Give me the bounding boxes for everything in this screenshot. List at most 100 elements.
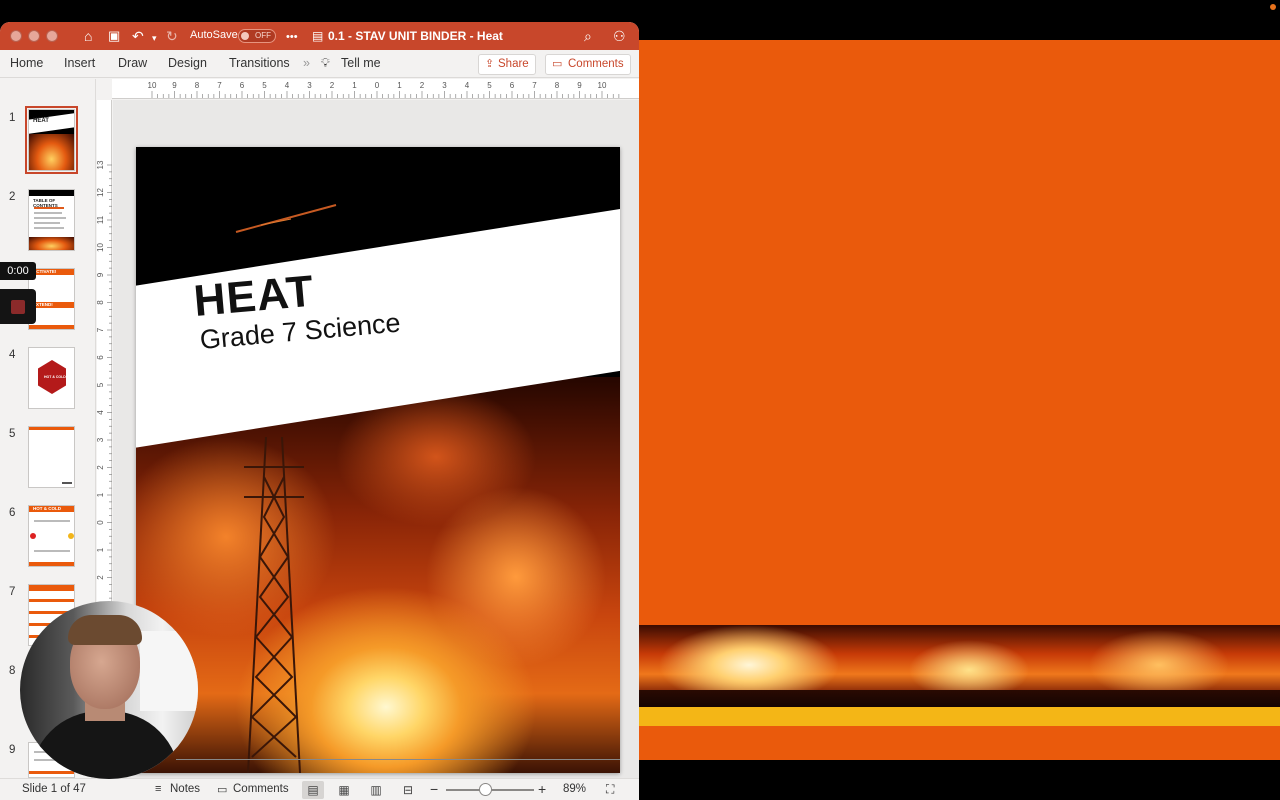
thumbnail-orange-bar [29,427,74,430]
zoom-level[interactable]: 89% [563,783,586,795]
thumbnail-number: 5 [9,428,16,440]
normal-view-icon[interactable]: ▤ [302,781,324,799]
thumbnail-orange-bar [29,325,74,329]
slide-counter: Slide 1 of 47 [22,783,86,795]
thumbnail-hex-text: HOT & COLD [44,375,66,379]
minimize-window-button[interactable] [28,30,40,42]
comments-icon[interactable]: ▭ [217,783,227,796]
thumbnail-line [34,207,64,209]
document-icon: ▤ [312,29,324,43]
autosave-state: OFF [255,31,271,40]
recording-control[interactable] [0,289,36,324]
reading-view-icon[interactable]: ▥ [365,781,387,799]
ruler-tick-label: 13 [97,160,105,169]
thumbnail-number: 9 [9,744,16,756]
thumbnail-orange-bar [29,599,74,602]
ruler-tick-label: 10 [97,243,105,252]
thumbnail-line [34,550,70,552]
ruler-tick-label: 10 [598,81,607,90]
share-button-label: Share [498,58,529,70]
slideshow-view-icon[interactable]: ⊟ [397,781,419,799]
redo-icon[interactable]: ↻ [166,27,178,45]
transmission-tower-silhouette [244,437,304,773]
thumbnail-number: 4 [9,349,16,361]
comments-status-button[interactable]: Comments [233,783,289,795]
ruler-tick-label: 2 [330,81,335,90]
ruler-tick-label: 1 [97,492,105,497]
slide-thumbnail-1[interactable]: HEAT [25,106,78,174]
ruler-tick-label: 3 [307,81,312,90]
thumbnail-activate-text: ACTIVATE! [33,269,57,274]
lightbulb-icon: 💡︎ [321,56,330,70]
thumbnail-number: 6 [9,507,16,519]
tab-draw[interactable]: Draw [118,56,147,70]
tab-transitions[interactable]: Transitions [229,56,290,70]
horizontal-ruler: 10 9 8 7 6 5 4 3 2 1 0 1 2 3 4 5 6 7 8 9 10 [112,79,639,99]
recording-timer: 0:00 [0,262,36,280]
thumbnail-number: 2 [9,191,16,203]
share-button[interactable]: ⇪ Share [478,54,536,75]
wallpaper-dark-band [639,690,1280,707]
slide-fire-image[interactable] [136,377,620,773]
slide-thumbnail-6[interactable]: HOT & COLD [28,505,75,567]
zoom-in-icon[interactable]: + [538,781,546,797]
share-people-icon[interactable]: ⚇ [613,27,626,45]
ruler-tick-label: 2 [97,465,105,470]
ruler-tick-label: 11 [97,215,105,224]
tab-home[interactable]: Home [10,56,43,70]
search-icon[interactable]: ⌕ [584,27,592,45]
ruler-tick-label: 1 [352,81,357,90]
stop-recording-icon[interactable] [11,300,25,314]
notes-button[interactable]: Notes [170,783,200,795]
fit-to-window-icon[interactable]: ⛶ [606,782,614,797]
more-tabs-chevron-icon[interactable]: » [303,56,310,70]
ruler-tick-label: 6 [510,81,515,90]
tab-insert[interactable]: Insert [64,56,95,70]
save-icon[interactable]: ▣ [108,27,120,45]
zoom-out-icon[interactable]: − [430,781,438,797]
ruler-tick-label: 4 [465,81,470,90]
title-bar: ⌂ ▣ ↶ ▾ ↻ AutoSave OFF ••• ▤ 0.1 - STAV … [0,22,639,50]
tab-design[interactable]: Design [168,56,207,70]
ruler-tick-label: 7 [97,327,105,332]
slide-thumbnail-2[interactable]: TABLE OF CONTENTS [28,189,75,251]
ruler-tick-label: 7 [217,81,222,90]
undo-icon[interactable]: ↶ [132,27,144,45]
undo-dropdown-chevron-icon[interactable]: ▾ [152,29,157,47]
thumbnail-line [34,227,64,229]
thumbnail-orange-bar [29,562,74,566]
webcam-overlay[interactable] [20,601,198,779]
current-slide[interactable]: HEAT Grade 7 Science [136,147,620,773]
more-commands-icon[interactable]: ••• [286,28,298,46]
ruler-tick-label: 4 [97,410,105,415]
notes-icon[interactable]: ≡ [155,783,161,795]
thumbnail-header-bar [29,190,74,196]
slide-thumbnail-5[interactable] [28,426,75,488]
zoom-slider-handle[interactable] [479,783,493,796]
comments-button[interactable]: ▭ Comments [545,54,631,75]
tell-me-search[interactable]: Tell me [341,56,381,70]
autosave-label: AutoSave [190,29,238,41]
thumbnail-number: 1 [9,112,16,124]
close-window-button[interactable] [10,30,22,42]
desktop-wallpaper [639,40,1280,760]
home-icon[interactable]: ⌂ [84,27,92,45]
ruler-tick-label: 12 [97,188,105,197]
thumbnail-line [34,222,60,224]
slide-thumbnail-4[interactable]: HOT & COLD [28,347,75,409]
comments-button-label: Comments [568,58,624,70]
autosave-toggle[interactable]: OFF [238,29,276,43]
share-icon: ⇪ [485,58,495,70]
ruler-tick-label: 0 [97,520,105,525]
thumbnail-hotcold-text: HOT & COLD [33,506,61,511]
slide-bottom-rule [176,759,620,760]
ruler-tick-label: 6 [240,81,245,90]
ruler-tick-label: 1 [97,547,105,552]
wallpaper-yellow-stripe [639,707,1280,726]
slide-sorter-view-icon[interactable]: ▦ [333,781,355,799]
thumbnail-line [62,482,72,484]
ruler-tick-label: 3 [442,81,447,90]
webcam-person-shoulders [30,711,180,779]
ruler-tick-label: 8 [555,81,560,90]
zoom-window-button[interactable] [46,30,58,42]
